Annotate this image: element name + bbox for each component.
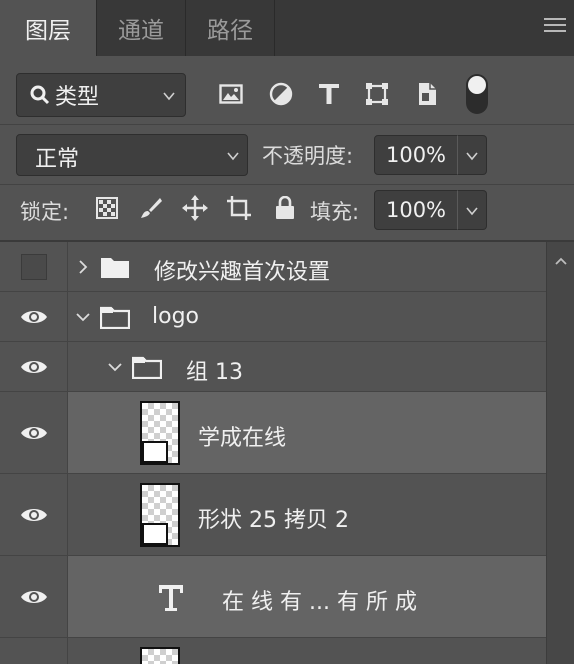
- filter-shape-layers-icon[interactable]: [364, 80, 390, 108]
- layer-row[interactable]: 形状 25 拷贝 2: [0, 474, 546, 556]
- layer-name: logo: [152, 304, 199, 329]
- fill-dropdown[interactable]: [457, 190, 487, 230]
- filter-type-layers-icon[interactable]: [316, 80, 342, 108]
- layer-row[interactable]: [0, 638, 546, 664]
- layer-row[interactable]: 在 线 有 ... 有 所 成: [0, 556, 546, 638]
- fill-input[interactable]: 100%: [374, 190, 458, 230]
- chevron-down-icon: [163, 92, 175, 101]
- layer-name: 形状 25 拷贝 2: [198, 508, 349, 533]
- filter-toggle-switch[interactable]: [466, 74, 488, 114]
- opacity-input[interactable]: 100%: [374, 135, 458, 175]
- filter-smart-objects-icon[interactable]: [414, 80, 440, 108]
- fill-label: 填充:: [310, 200, 360, 224]
- tab-paths-label: 路径: [207, 18, 253, 44]
- tab-layers[interactable]: 图层: [0, 0, 96, 56]
- layers-list: 修改兴趣首次设置 logo 组 13 学成在线 形状 25 拷贝 2 在 线 有…: [0, 242, 574, 664]
- lock-position-move-icon[interactable]: [182, 194, 208, 222]
- chevron-down-icon[interactable]: [106, 360, 124, 374]
- text-layer-icon: [159, 585, 183, 611]
- blend-mode-label: 正常: [35, 147, 80, 172]
- tab-layers-label: 图层: [25, 18, 71, 44]
- layer-row[interactable]: logo: [0, 292, 546, 342]
- chevron-right-icon[interactable]: [76, 258, 90, 276]
- lock-image-pixels-brush-icon[interactable]: [138, 194, 164, 222]
- layer-name: 学成在线: [198, 426, 287, 451]
- opacity-dropdown[interactable]: [457, 135, 487, 175]
- chevron-down-icon: [227, 152, 239, 161]
- layer-row[interactable]: 组 13: [0, 342, 546, 392]
- lock-transparent-pixels-icon[interactable]: [94, 194, 120, 222]
- layer-name: 组 13: [186, 360, 243, 385]
- folder-open-icon: [132, 356, 162, 379]
- tab-paths[interactable]: 路径: [186, 0, 274, 56]
- folder-icon: [101, 258, 129, 278]
- search-icon: [30, 85, 50, 105]
- shape-thumbnail-icon: [142, 523, 168, 545]
- filter-adjustment-layers-icon[interactable]: [268, 80, 294, 108]
- eye-icon: [20, 508, 47, 521]
- folder-open-icon: [100, 306, 130, 329]
- panel-menu-icon[interactable]: [544, 18, 566, 34]
- layer-thumbnail: [140, 647, 180, 664]
- lock-artboard-crop-icon[interactable]: [226, 194, 252, 222]
- visibility-toggle[interactable]: [0, 242, 68, 291]
- tab-channels-label: 通道: [118, 18, 164, 44]
- layer-thumbnail: [140, 401, 180, 465]
- filter-kind-label: 类型: [55, 85, 100, 110]
- visibility-toggle[interactable]: [0, 556, 68, 637]
- chevron-down-icon[interactable]: [74, 310, 92, 324]
- lock-all-padlock-icon[interactable]: [272, 194, 298, 222]
- lock-label: 锁定:: [20, 200, 70, 224]
- layer-row[interactable]: 修改兴趣首次设置: [0, 242, 546, 292]
- eye-icon: [20, 426, 47, 439]
- visibility-toggle[interactable]: [0, 342, 68, 391]
- panel-tab-bar: 图层 通道 路径: [0, 0, 574, 56]
- visibility-toggle[interactable]: [0, 474, 68, 555]
- eye-icon: [20, 590, 47, 603]
- chevron-down-icon: [466, 152, 478, 161]
- layer-name: 修改兴趣首次设置: [154, 260, 331, 285]
- filter-pixel-layers-icon[interactable]: [218, 80, 244, 108]
- opacity-label: 不透明度:: [262, 144, 354, 168]
- scroll-up-arrow-icon[interactable]: [554, 256, 568, 266]
- visibility-off-box: [20, 253, 47, 280]
- layer-row[interactable]: 学成在线: [0, 392, 546, 474]
- shape-thumbnail-icon: [142, 441, 168, 463]
- visibility-toggle[interactable]: [0, 638, 68, 664]
- chevron-down-icon: [466, 207, 478, 216]
- blend-mode-select[interactable]: 正常: [16, 134, 248, 176]
- tab-channels[interactable]: 通道: [97, 0, 185, 56]
- eye-icon: [20, 360, 47, 373]
- layers-scrollbar[interactable]: [546, 242, 574, 664]
- layer-name: 在 线 有 ... 有 所 成: [222, 590, 417, 615]
- visibility-toggle[interactable]: [0, 292, 68, 341]
- filter-kind-select[interactable]: 类型: [16, 73, 186, 117]
- visibility-toggle[interactable]: [0, 392, 68, 473]
- layer-thumbnail: [140, 483, 180, 547]
- eye-icon: [20, 310, 47, 323]
